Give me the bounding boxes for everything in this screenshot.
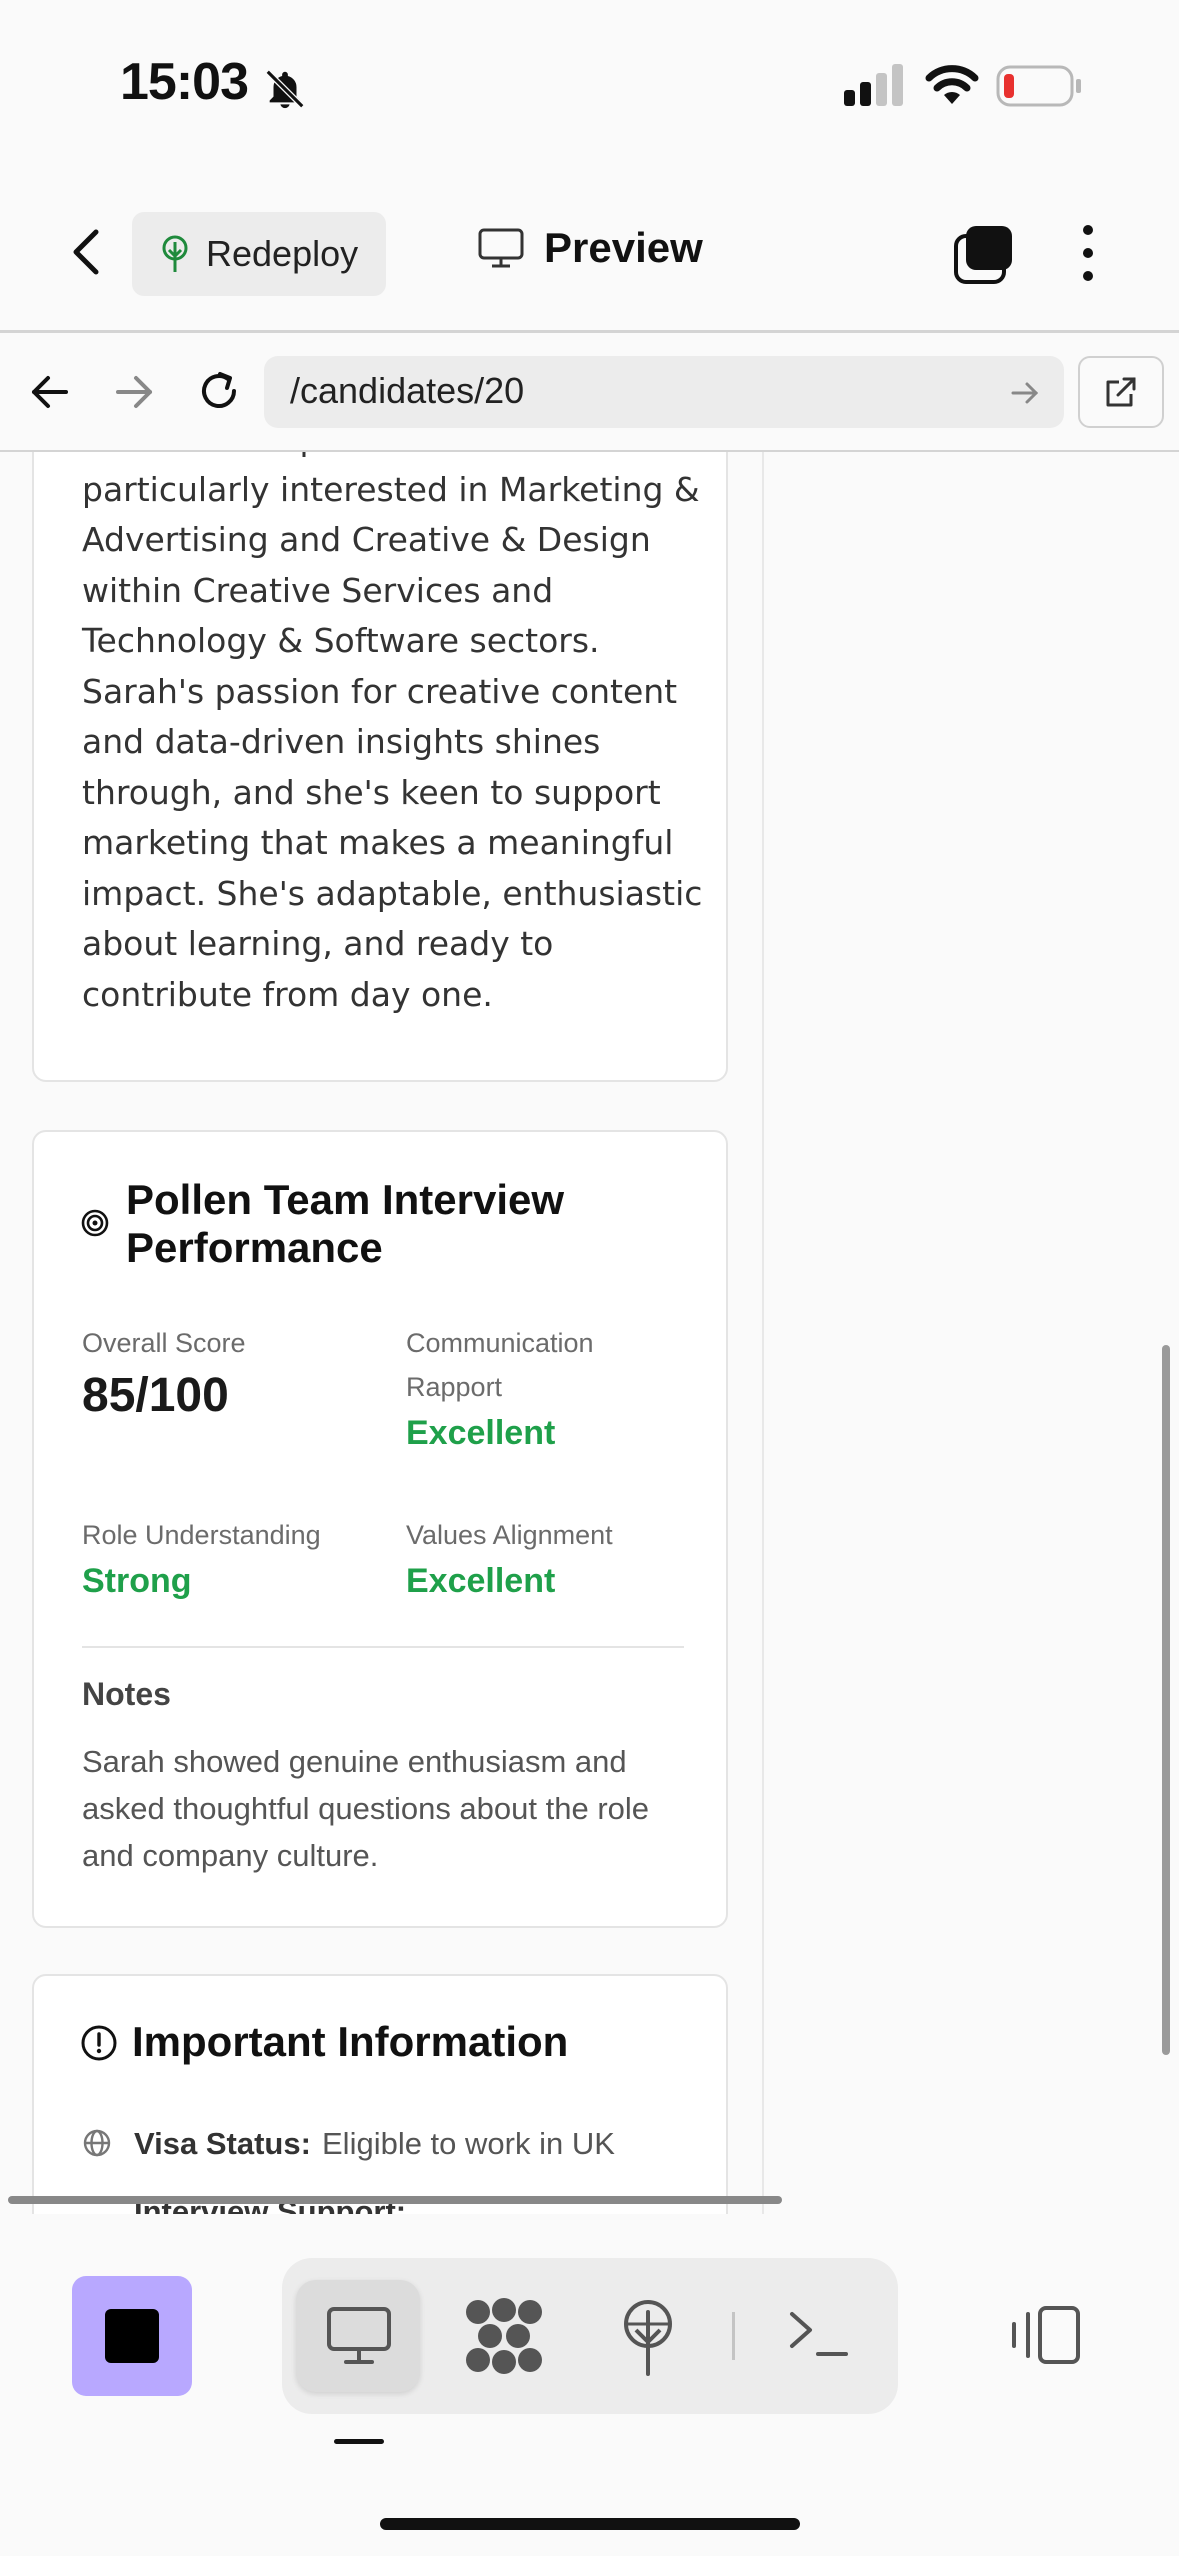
monitor-icon xyxy=(327,2307,391,2364)
rapport-label: Rapport xyxy=(406,1372,503,1402)
notes-divider xyxy=(82,1646,684,1648)
column-divider xyxy=(762,452,764,2214)
url-text[interactable]: /candidates/20 xyxy=(290,370,524,412)
visa-status-label: Visa Status: xyxy=(134,2126,311,2161)
chevron-left-icon[interactable] xyxy=(60,222,120,282)
stop-button[interactable] xyxy=(72,2276,192,2396)
monitor-icon xyxy=(478,228,524,268)
wifi-icon xyxy=(925,65,979,104)
redeploy-label: Redeploy xyxy=(206,233,359,274)
arrow-right-icon[interactable] xyxy=(112,370,156,414)
communication-value: Excellent xyxy=(406,1414,556,1452)
sprout-icon xyxy=(162,235,188,272)
preview-tab[interactable]: Preview xyxy=(478,224,703,272)
notes-heading: Notes xyxy=(82,1676,171,1712)
overall-score-label: Overall Score xyxy=(82,1328,246,1358)
vertical-scrollbar[interactable] xyxy=(1162,1345,1170,2055)
role-value: Strong xyxy=(82,1562,192,1600)
active-tool-indicator xyxy=(334,2439,384,2444)
grid-blobs-icon[interactable] xyxy=(464,2298,544,2374)
interview-card: Pollen Team Interview Performance Overal… xyxy=(32,1130,728,1928)
info-card: Important Information Visa Status: Eligi… xyxy=(32,1974,728,2214)
external-link-icon xyxy=(1106,377,1136,407)
globe-icon xyxy=(83,2129,111,2157)
battery-icon xyxy=(996,65,1081,107)
role-label: Role Understanding xyxy=(82,1520,321,1550)
go-arrow-icon[interactable] xyxy=(1010,378,1040,408)
redeploy-button[interactable]: Redeploy xyxy=(132,212,386,296)
info-title: Important Information xyxy=(132,2018,569,2065)
tool-separator xyxy=(732,2312,735,2360)
sprout-icon[interactable] xyxy=(618,2298,678,2378)
tabs-icon[interactable] xyxy=(952,224,1014,286)
terminal-icon[interactable] xyxy=(786,2306,850,2362)
target-icon xyxy=(81,1209,109,1237)
sidebar-icon[interactable] xyxy=(1010,2304,1082,2366)
arrow-left-icon[interactable] xyxy=(28,370,72,414)
more-vertical-icon[interactable] xyxy=(1070,222,1106,284)
visa-status-value: Eligible to work in UK xyxy=(322,2126,615,2161)
values-value: Excellent xyxy=(406,1562,556,1600)
reload-icon[interactable] xyxy=(194,366,244,416)
overall-score-value: 85/100 xyxy=(82,1369,229,1422)
home-indicator[interactable] xyxy=(380,2518,800,2530)
web-content: enhance her professional work. She's par… xyxy=(0,452,1179,2214)
bio-text: enhance her professional work. She's par… xyxy=(82,452,703,1014)
signal-icon xyxy=(844,64,903,106)
alert-circle-icon xyxy=(81,2025,117,2061)
bell-slash-icon xyxy=(265,69,305,109)
bio-card: enhance her professional work. She's par… xyxy=(32,452,728,1082)
values-label: Values Alignment xyxy=(406,1520,613,1550)
notes-text: Sarah showed genuine enthusiasm and aske… xyxy=(82,1744,650,1873)
stop-icon xyxy=(105,2309,159,2363)
status-time: 15:03 xyxy=(120,53,249,111)
horizontal-scrollbar[interactable] xyxy=(8,2196,782,2204)
interview-title: Pollen Team Interview Performance xyxy=(126,1176,565,1271)
open-external-button[interactable] xyxy=(1078,356,1164,428)
preview-label: Preview xyxy=(544,224,703,271)
communication-label: Communication xyxy=(406,1328,594,1358)
